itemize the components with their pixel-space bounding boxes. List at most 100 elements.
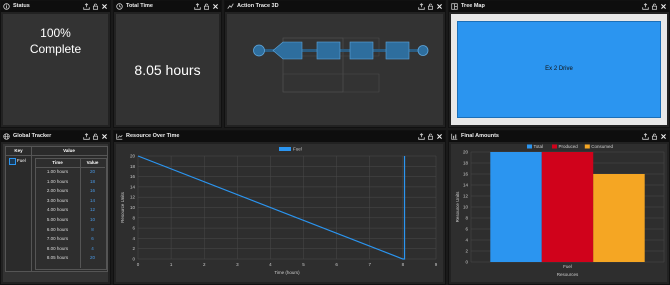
panel-header: Resource Over Time: [114, 131, 445, 142]
lock-icon[interactable]: [651, 2, 658, 11]
export-icon[interactable]: [83, 132, 90, 141]
tracker-row-value[interactable]: 8: [80, 227, 105, 232]
export-icon[interactable]: [642, 132, 649, 141]
close-icon[interactable]: [101, 2, 108, 11]
tracker-rows: 1.00 hours 20 1.00 hours 18 2.00 hours 16 3.00…: [35, 169, 105, 268]
tree-map-tile[interactable]: Ex 2 Drive: [457, 21, 661, 118]
panel-header: Total Time: [114, 1, 221, 12]
fuel-swatch[interactable]: [9, 158, 16, 165]
action-trace-body: [227, 14, 443, 125]
y-tick-label: 10: [130, 205, 136, 210]
close-icon[interactable]: [436, 2, 443, 11]
y-tick-label: 0: [465, 260, 468, 265]
close-icon[interactable]: [101, 132, 108, 141]
y-tick-label: 20: [463, 150, 469, 155]
lock-icon[interactable]: [651, 132, 658, 141]
status-panel: Status 100% Complete: [0, 0, 111, 128]
tracker-row-time: 8.05 hours: [46, 255, 69, 261]
tracker-value-header: Value: [63, 148, 75, 153]
tracker-row-time: 4.00 hours: [46, 207, 69, 213]
legend-swatch-total: [527, 144, 532, 149]
tracker-row-time: 3.00 hours: [46, 197, 69, 203]
bar-consumed: [593, 174, 645, 262]
tracker-row-value[interactable]: 12: [80, 207, 105, 212]
x-tick-label: Fuel: [563, 264, 572, 269]
y-tick-label: 20: [130, 154, 136, 159]
status-percent: 100%: [40, 26, 71, 40]
tracker-row-value[interactable]: 4: [80, 246, 105, 251]
lock-icon[interactable]: [92, 2, 99, 11]
x-tick-label: 3: [236, 262, 239, 267]
y-tick-label: 4: [132, 236, 135, 241]
panel-header: Final Amounts: [449, 131, 669, 142]
y-tick-label: 18: [130, 164, 136, 169]
x-tick-label: 4: [269, 262, 272, 267]
resource-over-time-panel: Resource Over Time 0 2 4 6 8 10 12 14 16 18 20 0 1 2 3…: [113, 130, 446, 285]
tracker-row-value[interactable]: 10: [80, 217, 105, 222]
globe-icon: [3, 133, 10, 140]
legend-label-consumed: Consumed: [591, 144, 613, 149]
y-tick-label: 12: [130, 195, 136, 200]
close-icon[interactable]: [660, 132, 667, 141]
close-icon[interactable]: [436, 132, 443, 141]
y-tick-label: 14: [130, 184, 136, 189]
tracker-row-value[interactable]: 20: [80, 169, 105, 174]
export-icon[interactable]: [418, 132, 425, 141]
tracker-row-time: 6.00 hours: [46, 226, 69, 232]
tracker-table: Key Value Fuel Time Value 1.00 hours 20 1.…: [5, 146, 108, 272]
x-tick-label: 7: [369, 262, 372, 267]
resource-over-time-body: 0 2 4 6 8 10 12 14 16 18 20 0 1 2 3 4 5 6 7 8 9 Time (hours) R…: [116, 144, 443, 282]
lock-icon[interactable]: [92, 132, 99, 141]
close-icon[interactable]: [212, 2, 219, 11]
x-tick-label: 2: [203, 262, 206, 267]
tree-map-body: Ex 2 Drive: [451, 14, 667, 125]
y-tick-label: 6: [132, 226, 135, 231]
lock-icon[interactable]: [203, 2, 210, 11]
info-icon: [3, 3, 10, 10]
panel-title: Total Time: [126, 3, 153, 9]
bar-total: [490, 152, 542, 262]
tracker-row-value[interactable]: 14: [80, 198, 105, 203]
tracker-key-fuel: Fuel: [17, 158, 26, 163]
x-tick-label: 5: [302, 262, 305, 267]
y-tick-label: 2: [132, 246, 135, 251]
trace-end-node: [417, 45, 429, 56]
legend-label-total: Total: [534, 144, 544, 149]
action-trace-3d-view[interactable]: [227, 14, 445, 127]
trace-start-node: [253, 44, 265, 57]
trace-action-arrow: [272, 41, 303, 60]
y-tick-label: 4: [465, 238, 468, 243]
lock-icon[interactable]: [427, 2, 434, 11]
x-tick-label: 6: [335, 262, 338, 267]
export-icon[interactable]: [642, 2, 649, 11]
final-amounts-body: 0 2 4 6 8 10 12 14 16 18 20 Fuel Resources Resource U…: [451, 144, 667, 282]
resource-line-chart[interactable]: 024681012141618200 1 2 3 4 5 6 7 8 9Time (hours)R…: [116, 144, 445, 284]
tracker-row-value[interactable]: 18: [80, 179, 105, 184]
line-chart-icon: [116, 133, 123, 140]
panel-header: Tree Map: [449, 1, 669, 12]
legend-label-produced: Produced: [559, 144, 579, 149]
lock-icon[interactable]: [427, 132, 434, 141]
final-amounts-bar-chart[interactable]: 0 2 4 6 8 10 12 14 16 18 20 Fuel Resources Resource U…: [451, 144, 669, 284]
trace-action-block: [316, 41, 341, 60]
y-axis-label: Resource Units: [455, 191, 460, 223]
x-tick-label: 1: [170, 262, 173, 267]
export-icon[interactable]: [83, 2, 90, 11]
tracker-row-value[interactable]: 16: [80, 188, 105, 193]
y-tick-label: 10: [463, 205, 469, 210]
trace-action-block: [385, 41, 410, 60]
panel-header: Action Trace 3D: [225, 1, 445, 12]
panel-header: Global Tracker: [1, 131, 110, 142]
legend-label-fuel: Fuel: [293, 147, 302, 152]
panel-title: Resource Over Time: [126, 133, 180, 139]
y-tick-label: 16: [130, 174, 136, 179]
x-axis-label: Time (hours): [274, 270, 300, 275]
y-tick-label: 16: [463, 172, 469, 177]
tracker-row-value[interactable]: 20: [80, 255, 105, 260]
global-tracker-panel: Global Tracker Key Value Fuel Time Value…: [0, 130, 111, 285]
export-icon[interactable]: [194, 2, 201, 11]
export-icon[interactable]: [418, 2, 425, 11]
panel-title: Final Amounts: [461, 133, 499, 139]
tracker-row-value[interactable]: 6: [80, 236, 105, 241]
close-icon[interactable]: [660, 2, 667, 11]
